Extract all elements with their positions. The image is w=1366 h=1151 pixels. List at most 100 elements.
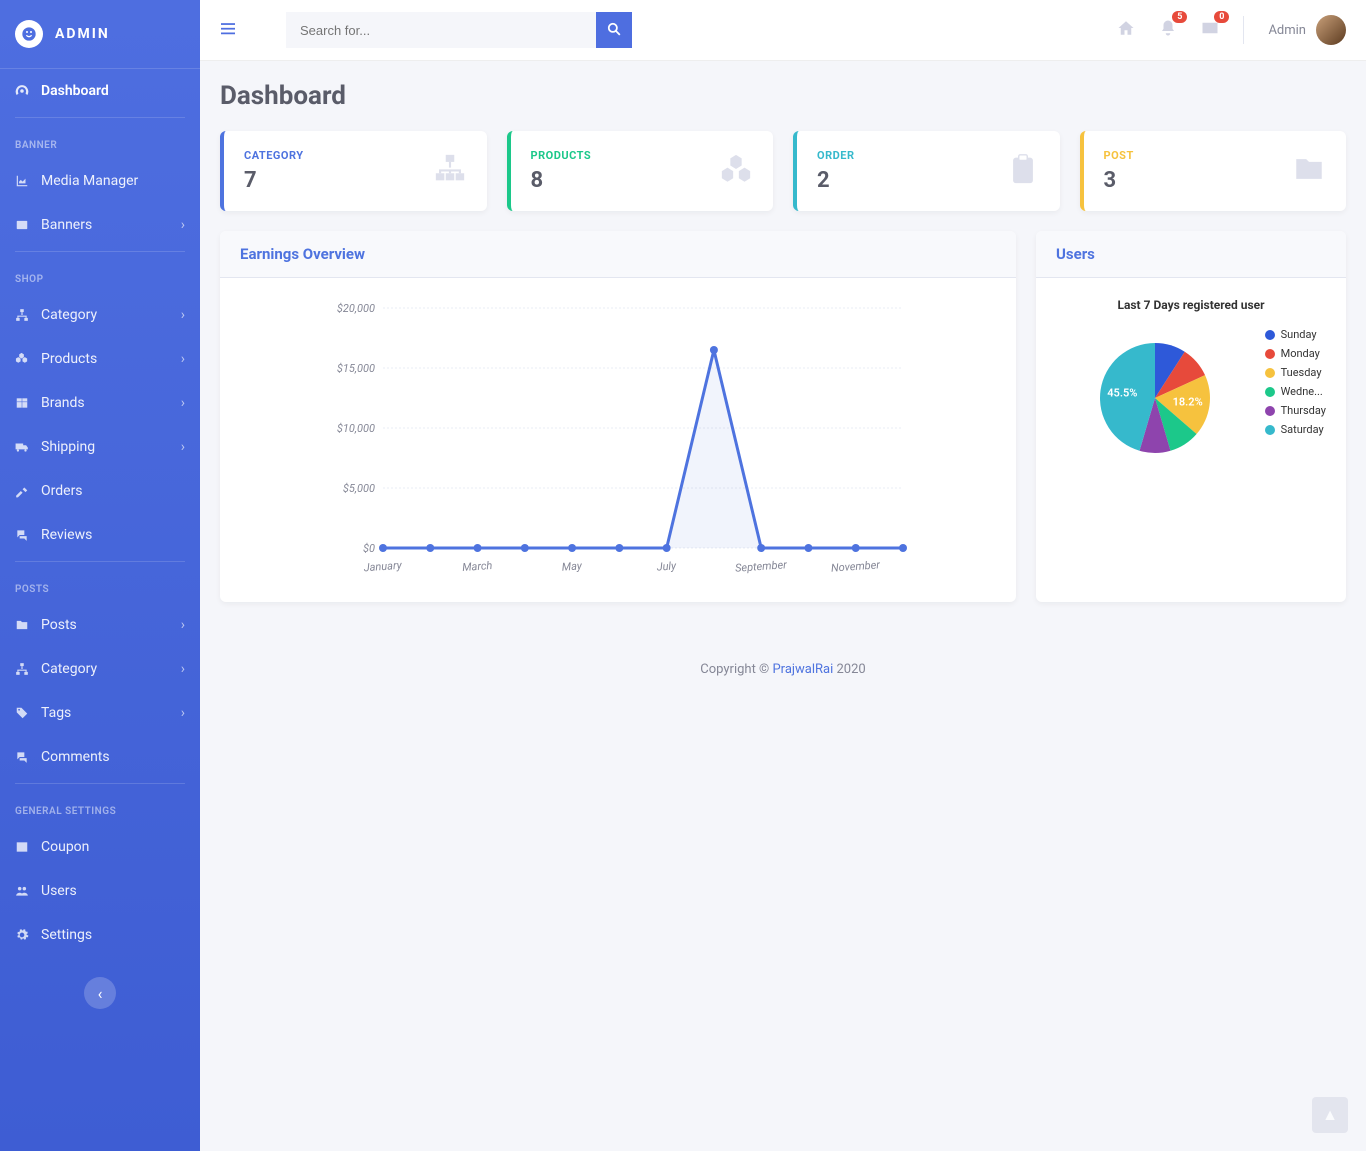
stat-card-order[interactable]: ORDER 2 [793,131,1060,211]
legend-item-monday[interactable]: Monday [1265,347,1326,360]
section-banner: BANNER [0,122,200,159]
sidebar-item-label: Products [41,351,97,367]
sidebar-item-label: Brands [41,395,85,411]
stat-label: POST [1104,149,1134,162]
notifications-button[interactable]: 5 [1159,19,1177,41]
legend-label: Wedne... [1281,385,1323,398]
sidebar-item-shipping[interactable]: Shipping › [0,425,200,469]
sitemap-icon [15,308,31,322]
svg-text:July: July [656,559,677,573]
chevron-right-icon: › [181,705,185,721]
svg-text:$15,000: $15,000 [337,362,375,375]
footer: Copyright © PrajwalRai 2020 [200,622,1366,697]
user-menu[interactable]: Admin [1268,15,1346,45]
sidebar-item-reviews[interactable]: Reviews [0,513,200,557]
envelope-icon [1201,22,1219,41]
sidebar-item-users[interactable]: Users [0,869,200,913]
legend-dot-icon [1265,349,1275,359]
chevron-left-icon: ‹ [98,984,103,1003]
footer-link[interactable]: PrajwalRai [772,662,833,677]
stat-card-products[interactable]: PRODUCTS 8 [507,131,774,211]
brand-text: ADMIN [55,26,110,42]
svg-text:18.2%: 18.2% [1173,396,1203,409]
sidebar-item-label: Settings [41,927,92,943]
comments-icon [15,750,31,764]
chevron-right-icon: › [181,395,185,411]
sidebar-item-orders[interactable]: Orders [0,469,200,513]
svg-text:January: January [363,559,403,575]
cubes-icon [15,352,31,366]
stat-value: 2 [817,168,855,193]
notification-badge: 5 [1172,11,1187,23]
topbar: 5 0 Admin [200,0,1366,61]
divider [1243,16,1244,44]
messages-button[interactable]: 0 [1201,19,1219,41]
table-icon [15,396,31,410]
svg-text:$20,000: $20,000 [337,302,375,315]
sidebar-item-products[interactable]: Products › [0,337,200,381]
svg-text:$5,000: $5,000 [343,482,375,495]
sidebar-collapse-button[interactable]: ‹ [84,977,116,1009]
sitemap-icon [433,152,467,190]
tags-icon [15,706,31,720]
sidebar-item-dashboard[interactable]: Dashboard [0,69,200,113]
cubes-icon [719,152,753,190]
sidebar-item-category[interactable]: Category › [0,293,200,337]
search-input[interactable] [286,12,596,48]
earnings-title: Earnings Overview [240,245,996,263]
sidebar-item-banners[interactable]: Banners › [0,203,200,247]
legend-label: Monday [1281,347,1320,360]
legend-item-wednesday[interactable]: Wedne... [1265,385,1326,398]
stat-label: PRODUCTS [531,149,592,162]
legend-dot-icon [1265,425,1275,435]
sidebar-item-label: Category [41,307,97,323]
users-pie-chart: 18.2%45.5% [1085,328,1225,468]
sidebar-item-brands[interactable]: Brands › [0,381,200,425]
sidebar-item-label: Users [41,883,77,899]
page-title: Dashboard [220,81,1346,111]
folder-icon [15,618,31,632]
legend-item-saturday[interactable]: Saturday [1265,423,1326,436]
sidebar-item-settings[interactable]: Settings [0,913,200,957]
charts-row: Earnings Overview $0$5,000$10,000$15,000… [220,231,1346,602]
stat-card-post[interactable]: POST 3 [1080,131,1347,211]
legend-item-thursday[interactable]: Thursday [1265,404,1326,417]
users-panel: Users Last 7 Days registered user 18.2%4… [1036,231,1346,602]
brand-logo-icon [15,20,43,48]
sidebar-item-label: Reviews [41,527,92,543]
scroll-top-button[interactable]: ▲ [1312,1097,1348,1133]
svg-text:September: September [735,558,788,575]
legend-label: Thursday [1281,404,1326,417]
legend-label: Saturday [1281,423,1324,436]
chevron-right-icon: › [181,307,185,323]
sidebar-item-media-manager[interactable]: Media Manager [0,159,200,203]
sidebar-item-label: Tags [41,705,71,721]
section-shop: SHOP [0,256,200,293]
home-button[interactable] [1117,19,1135,41]
stat-card-category[interactable]: CATEGORY 7 [220,131,487,211]
search-button[interactable] [596,12,632,48]
footer-prefix: Copyright © [700,662,772,677]
sidebar-item-tags[interactable]: Tags › [0,691,200,735]
search-form [286,12,632,48]
messages-badge: 0 [1214,11,1229,23]
bell-icon [1159,22,1177,41]
comments-icon [15,528,31,542]
sidebar-item-posts[interactable]: Posts › [0,603,200,647]
legend-dot-icon [1265,330,1275,340]
legend-item-sunday[interactable]: Sunday [1265,328,1326,341]
legend-item-tuesday[interactable]: Tuesday [1265,366,1326,379]
sidebar-item-coupon[interactable]: Coupon [0,825,200,869]
stat-label: CATEGORY [244,149,304,162]
section-general: GENERAL SETTINGS [0,788,200,825]
sidebar-item-comments[interactable]: Comments [0,735,200,779]
sidebar-item-post-category[interactable]: Category › [0,647,200,691]
chevron-right-icon: › [181,661,185,677]
chevron-right-icon: › [181,351,185,367]
hammer-icon [15,484,31,498]
svg-text:$10,000: $10,000 [337,422,375,435]
menu-toggle-button[interactable] [220,21,236,40]
brand[interactable]: ADMIN [0,0,200,69]
sidebar-item-label: Category [41,661,97,677]
chevron-right-icon: › [181,439,185,455]
